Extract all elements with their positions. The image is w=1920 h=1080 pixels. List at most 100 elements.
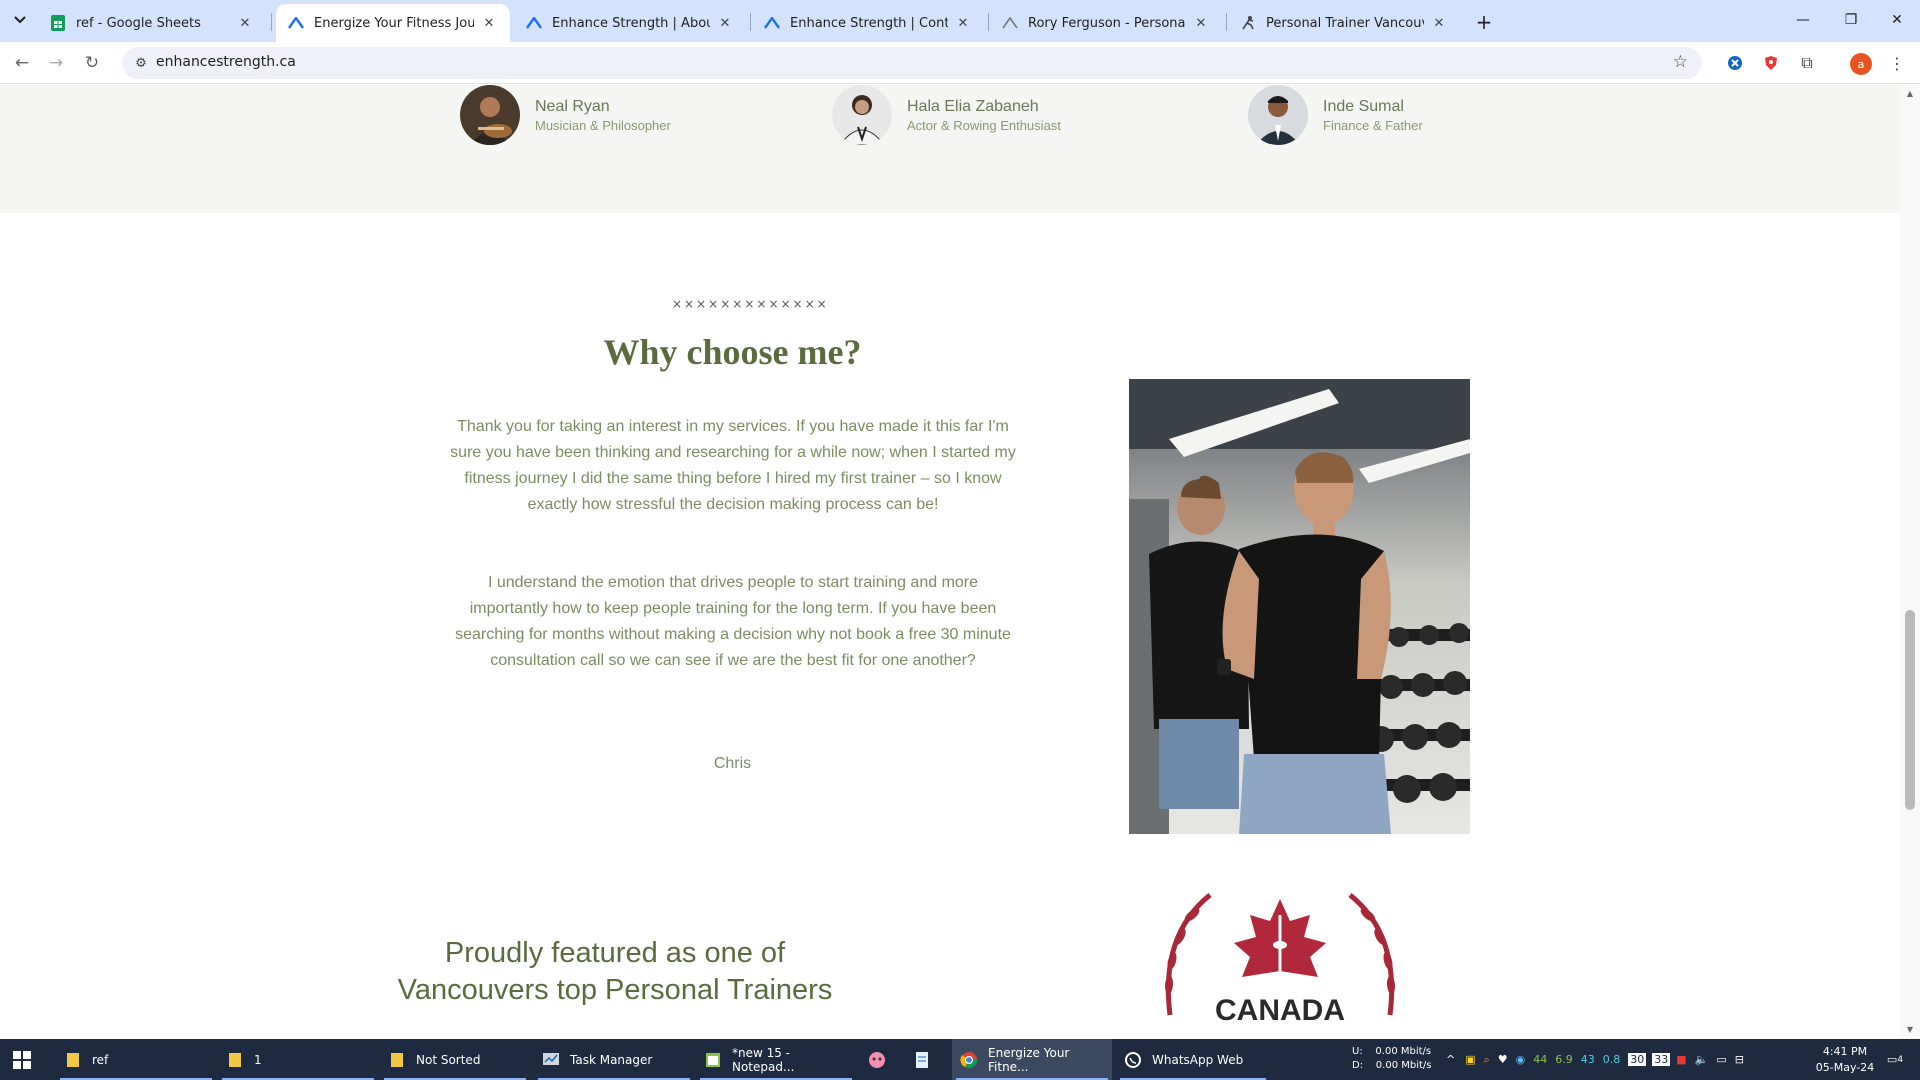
forward-button[interactable]: → xyxy=(42,49,70,77)
reload-button[interactable]: ↻ xyxy=(78,49,106,77)
plus-icon: + xyxy=(1475,10,1493,34)
why-choose-me-heading: Why choose me? xyxy=(603,332,862,372)
url-text[interactable]: enhancestrength.ca xyxy=(156,54,296,70)
taskbar-label: Energize Your Fitne... xyxy=(988,1045,1070,1074)
taskbar-label: *new 15 - Notepad... xyxy=(731,1045,795,1074)
battery-icon[interactable]: ▭ xyxy=(1716,1053,1726,1066)
close-icon[interactable]: ✕ xyxy=(1192,14,1210,32)
back-arrow-icon: ← xyxy=(14,53,30,73)
tray-value-6: 33 xyxy=(1652,1053,1671,1066)
tray-heart-icon[interactable]: ♥ xyxy=(1498,1053,1508,1066)
close-icon: ✕ xyxy=(1891,12,1903,28)
page-viewport: Neal Ryan Musician & Philosopher Hala El… xyxy=(0,85,1920,1039)
app-icon xyxy=(868,1051,886,1069)
close-icon[interactable]: ✕ xyxy=(236,14,254,32)
tab-energize-fitness[interactable]: Energize Your Fitness Journey w ✕ xyxy=(276,4,510,42)
minimize-button[interactable]: — xyxy=(1780,0,1826,40)
taskbar-item-chrome[interactable]: Energize Your Fitne... xyxy=(952,1039,1112,1080)
tab-rory-ferguson[interactable]: Rory Ferguson - Personal Trainin ✕ xyxy=(990,4,1222,42)
network-icon[interactable]: ⊟ xyxy=(1735,1053,1744,1066)
download-label: D: xyxy=(1352,1060,1364,1071)
close-icon[interactable]: ✕ xyxy=(480,14,498,32)
restore-icon: ❐ xyxy=(1844,12,1858,28)
tab-title: Personal Trainer Vancouver | We xyxy=(1266,15,1424,31)
taskbar-item-app[interactable] xyxy=(860,1039,894,1080)
tray-value-3: 43 xyxy=(1580,1053,1595,1066)
scrollbar-thumb[interactable] xyxy=(1905,610,1915,810)
clock-time: 4:41 PM xyxy=(1822,1045,1868,1058)
tab-google-sheets[interactable]: ref - Google Sheets ✕ xyxy=(38,4,266,42)
trainer-photo xyxy=(1129,379,1470,834)
scroll-down-icon[interactable]: ▼ xyxy=(1904,1025,1916,1035)
taskbar-item-ref[interactable]: ref xyxy=(56,1039,216,1080)
task-manager-icon xyxy=(542,1051,560,1069)
taskbar-item-document[interactable] xyxy=(906,1039,940,1080)
testimonial-name: Neal Ryan xyxy=(535,97,610,115)
taskbar-item-notepad[interactable]: *new 15 - Notepad... xyxy=(696,1039,856,1080)
taskbar-item-not-sorted[interactable]: Not Sorted xyxy=(380,1039,530,1080)
show-hidden-icons-chevron-icon[interactable]: ^ xyxy=(1446,1053,1455,1066)
system-clock[interactable]: 4:41 PM 05-May-24 xyxy=(1812,1044,1878,1076)
more-menu-icon[interactable]: ⋮ xyxy=(1886,52,1908,74)
whatsapp-icon xyxy=(1124,1051,1142,1069)
network-speed-monitor: U: 0.00 Mbit/s D: 0.00 Mbit/s xyxy=(1352,1045,1432,1073)
site-settings-icon[interactable]: ⚙ xyxy=(132,54,150,72)
tab-separator xyxy=(750,13,751,31)
featured-line-2: Vancouvers top Personal Trainers xyxy=(397,974,833,1006)
tray-app-icon[interactable]: ▣ xyxy=(1465,1053,1475,1066)
search-icon[interactable]: ⌕ xyxy=(1484,1053,1490,1067)
close-icon[interactable]: ✕ xyxy=(954,14,972,32)
taskbar-item-1[interactable]: 1 xyxy=(218,1039,378,1080)
testimonial-inde-sumal: Inde Sumal Finance & Father xyxy=(1248,85,1423,145)
taskbar-item-task-manager[interactable]: Task Manager xyxy=(534,1039,694,1080)
tray-shield-icon[interactable]: ■ xyxy=(1676,1053,1686,1066)
close-window-button[interactable]: ✕ xyxy=(1874,0,1920,40)
featured-heading: Proudly featured as one of Vancouvers to… xyxy=(360,935,870,1009)
extensions-puzzle-icon[interactable]: ⧉ xyxy=(1796,52,1818,74)
testimonials-strip: Neal Ryan Musician & Philosopher Hala El… xyxy=(0,85,1900,213)
testimonial-name: Hala Elia Zabaneh xyxy=(907,97,1039,115)
tab-enhance-contact[interactable]: Enhance Strength | Contact ✕ xyxy=(752,4,984,42)
canada-top-trainer-badge: CANADA xyxy=(1140,885,1420,1039)
taskbar-item-whatsapp[interactable]: WhatsApp Web xyxy=(1116,1039,1270,1080)
scroll-up-icon[interactable]: ▲ xyxy=(1904,89,1916,99)
featured-line-1: Proudly featured as one of xyxy=(444,937,786,969)
shield-extension-icon[interactable] xyxy=(1760,52,1782,74)
folder-icon xyxy=(226,1051,244,1069)
tab-title: Enhance Strength | Contact xyxy=(790,15,948,31)
tray-value-5: 30 xyxy=(1628,1053,1647,1066)
notification-count: 4 xyxy=(1897,1054,1904,1065)
taskbar-label: ref xyxy=(92,1052,109,1067)
profile-avatar[interactable]: a xyxy=(1850,53,1872,75)
signature: Chris xyxy=(713,755,752,772)
restore-button[interactable]: ❐ xyxy=(1828,0,1874,40)
testimonial-role: Actor & Rowing Enthusiast xyxy=(907,117,1061,133)
extension-icon[interactable] xyxy=(1724,52,1746,74)
notification-center-button[interactable]: ▭ 4 xyxy=(1880,1039,1910,1080)
badge-text: CANADA xyxy=(1215,994,1345,1027)
tab-search-button[interactable] xyxy=(8,8,32,32)
testimonial-role: Musician & Philosopher xyxy=(535,117,671,133)
close-icon[interactable]: ✕ xyxy=(716,14,734,32)
close-icon[interactable]: ✕ xyxy=(1430,14,1448,32)
why-paragraph-2: I understand the emotion that drives peo… xyxy=(455,574,1011,669)
testimonial-name: Inde Sumal xyxy=(1323,97,1404,115)
tab-separator xyxy=(271,13,272,31)
enhance-strength-icon xyxy=(526,15,542,31)
windows-taskbar: ref 1 Not Sorted Task Manager *new 15 - … xyxy=(0,1039,1920,1080)
tab-enhance-about[interactable]: Enhance Strength | About ✕ xyxy=(514,4,746,42)
start-button[interactable] xyxy=(0,1039,44,1080)
folder-icon xyxy=(388,1051,406,1069)
testimonial-neal-ryan: Neal Ryan Musician & Philosopher xyxy=(460,85,671,145)
tray-value-2: 6.9 xyxy=(1555,1053,1573,1066)
tab-personal-trainer-vancouver[interactable]: Personal Trainer Vancouver | We ✕ xyxy=(1228,4,1460,42)
address-bar[interactable]: ⚙ enhancestrength.ca ☆ xyxy=(122,47,1702,79)
bookmark-star-icon[interactable]: ☆ xyxy=(1673,52,1688,72)
back-button[interactable]: ← xyxy=(8,49,36,77)
new-tab-button[interactable]: + xyxy=(1470,8,1498,36)
tray-globe-icon[interactable]: ◉ xyxy=(1516,1053,1526,1066)
volume-icon[interactable]: 🔈 xyxy=(1695,1053,1709,1066)
system-tray: ^ ▣ ⌕ ♥ ◉ 44 6.9 43 0.8 30 33 ■ 🔈 ▭ ⊟ xyxy=(1446,1039,1752,1080)
page-scrollbar[interactable]: ▲ ▼ xyxy=(1900,85,1920,1039)
why-paragraph-1: Thank you for taking an interest in my s… xyxy=(450,418,1016,513)
